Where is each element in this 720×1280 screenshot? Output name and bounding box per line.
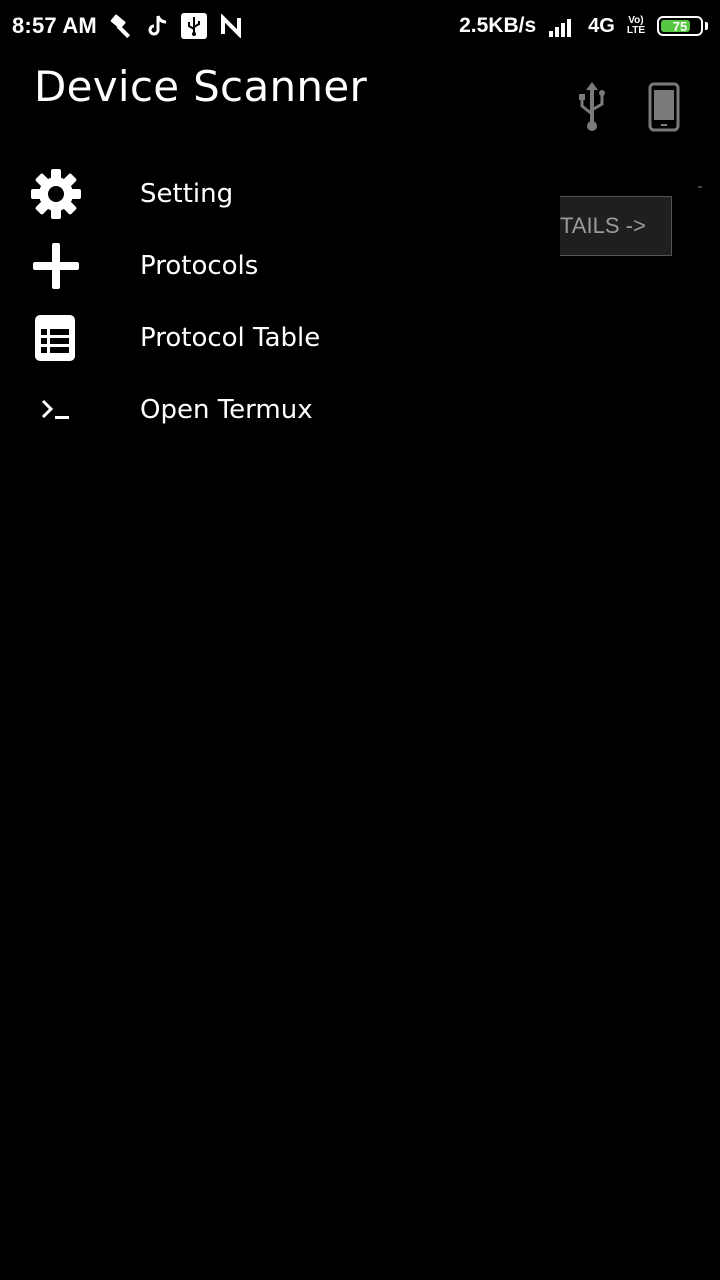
details-button[interactable]: TAILS -> [560, 196, 672, 256]
menu-item-protocols[interactable]: Protocols [0, 230, 540, 302]
menu-item-label: Open Termux [140, 395, 313, 425]
status-time: 8:57 AM [12, 13, 97, 38]
phone-icon[interactable] [648, 82, 680, 132]
menu-item-open-termux[interactable]: Open Termux [0, 374, 540, 446]
network-type: 4G [588, 14, 615, 37]
menu-item-label: Protocols [140, 251, 259, 281]
menu-item-label: Setting [140, 179, 234, 209]
plus-icon [0, 241, 140, 291]
battery-indicator: 75 [657, 16, 708, 36]
gear-icon [0, 169, 140, 219]
usb-icon [180, 13, 207, 39]
signal-icon [548, 15, 576, 37]
battery-level: 75 [672, 18, 688, 34]
screen: 8:57 AM 2.5KB/s 4G Vo) LTE 75 TAILS -> D… [0, 0, 720, 1280]
volte-bottom: LTE [626, 25, 645, 36]
network-speed: 2.5KB/s [459, 14, 537, 37]
battery-tip [705, 22, 708, 30]
battery-body: 75 [657, 16, 703, 36]
hammer-icon [109, 13, 135, 39]
background-divider [698, 186, 702, 188]
tiktok-icon [147, 14, 169, 38]
drawer-menu: Setting Protocols Protocol Table Open Te… [0, 158, 540, 446]
menu-item-protocol-table[interactable]: Protocol Table [0, 302, 540, 374]
volte-indicator: Vo) LTE [627, 16, 645, 36]
details-button-label: TAILS -> [560, 213, 646, 238]
status-right: 2.5KB/s 4G Vo) LTE 75 [459, 14, 708, 38]
table-icon [0, 313, 140, 363]
terminal-icon [0, 385, 140, 435]
usb-icon[interactable] [574, 80, 610, 134]
drawer-title: Device Scanner [34, 62, 368, 111]
status-bar: 8:57 AM 2.5KB/s 4G Vo) LTE 75 [0, 0, 720, 52]
menu-item-setting[interactable]: Setting [0, 158, 540, 230]
n-icon [219, 14, 243, 38]
status-left: 8:57 AM [12, 13, 243, 39]
menu-item-label: Protocol Table [140, 323, 321, 353]
